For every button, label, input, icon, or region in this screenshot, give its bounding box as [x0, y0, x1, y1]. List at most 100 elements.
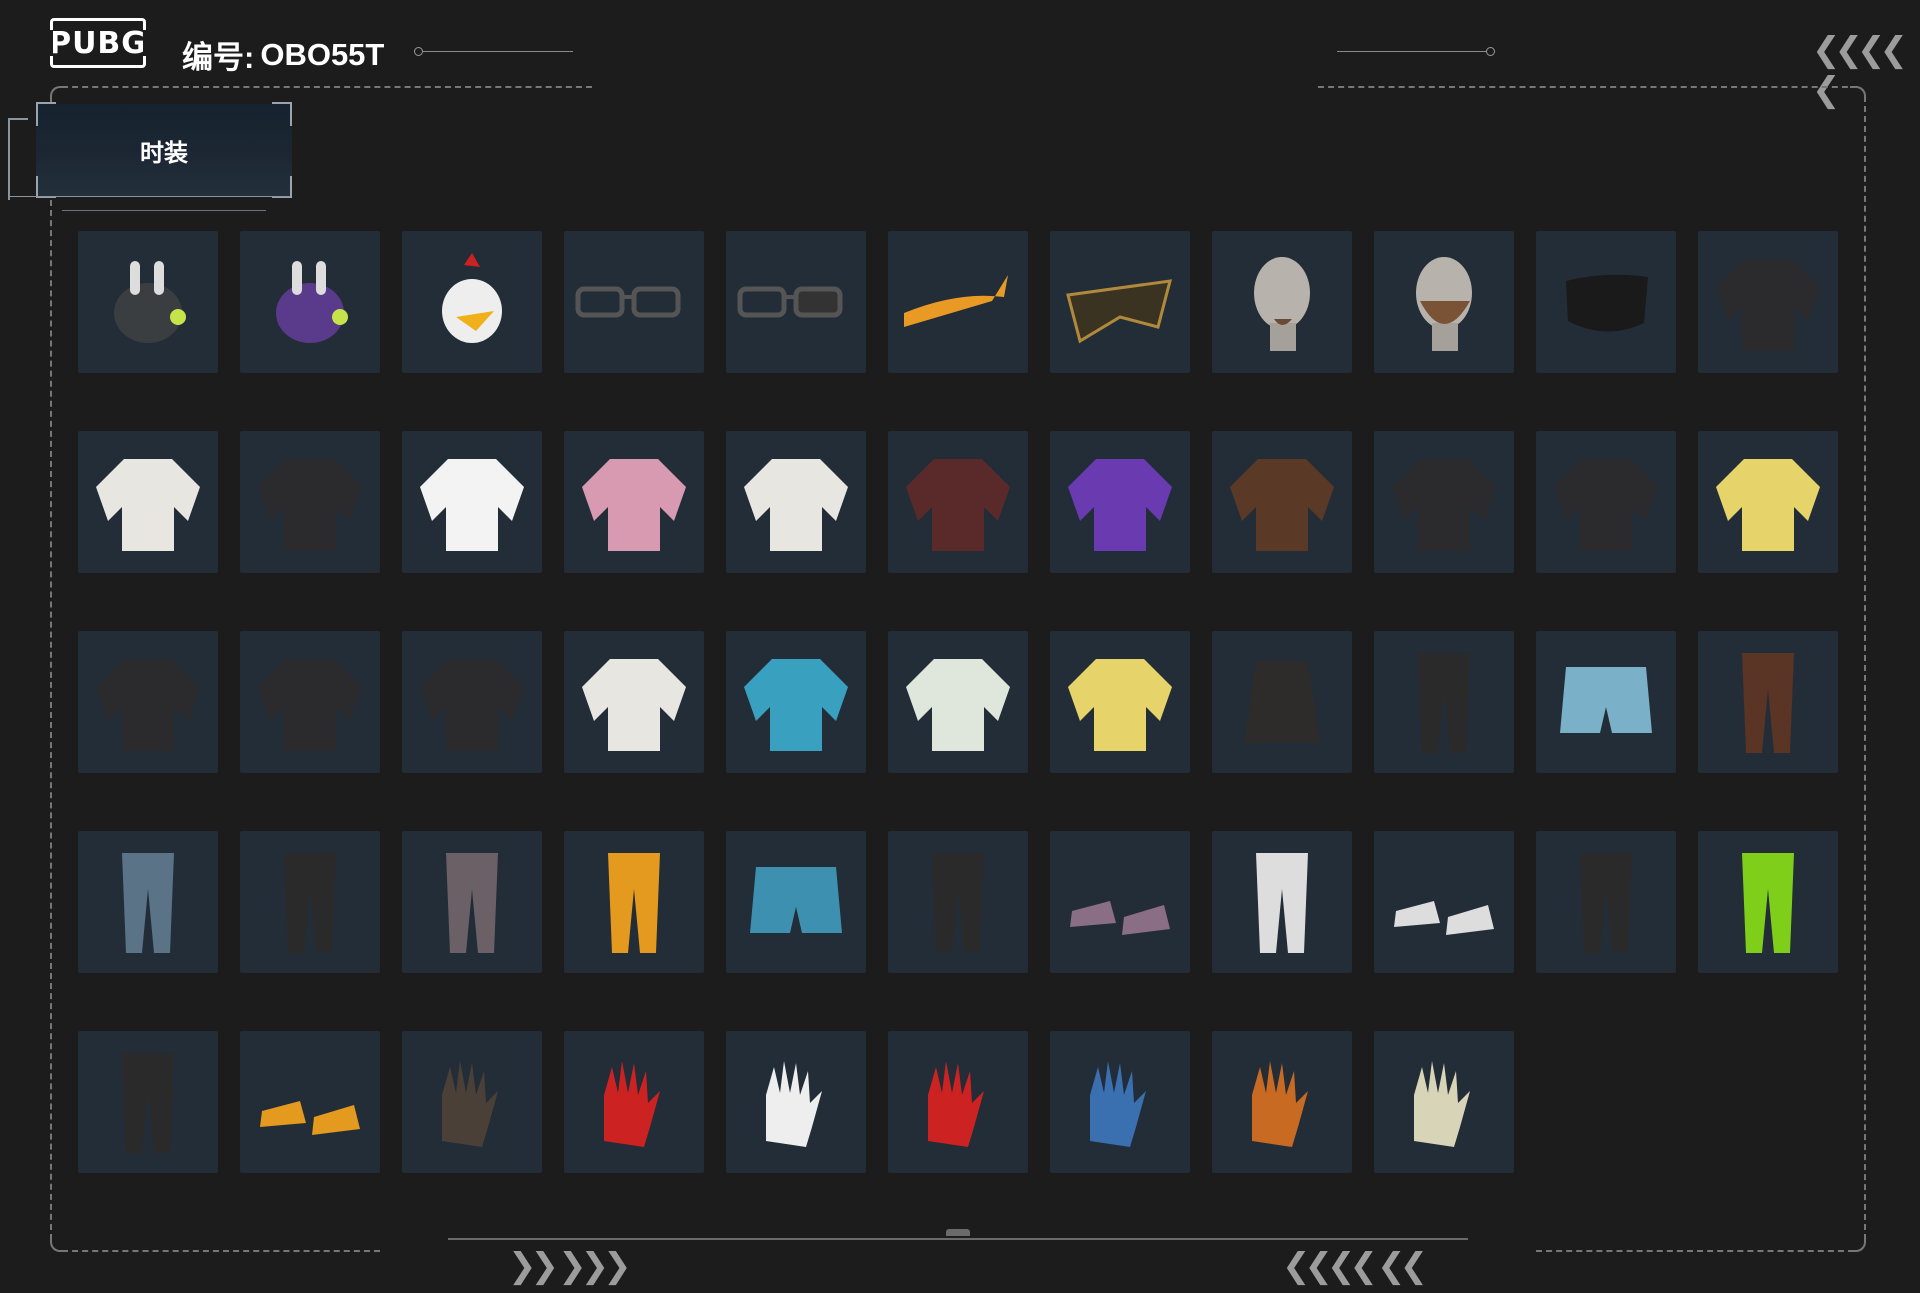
- tab-outfits[interactable]: 时装: [36, 104, 292, 196]
- item-tile[interactable]: [1212, 831, 1352, 973]
- item-tile[interactable]: [1050, 431, 1190, 573]
- item-tile[interactable]: [564, 431, 704, 573]
- leather-vest-jacket-icon: [96, 659, 200, 751]
- item-tile[interactable]: [888, 431, 1028, 573]
- item-tile[interactable]: [1698, 631, 1838, 773]
- frame-bottom-left: [62, 1250, 380, 1252]
- item-tile[interactable]: [1374, 631, 1514, 773]
- item-tile[interactable]: [726, 231, 866, 373]
- tall-lace-boots-icon: [932, 853, 984, 953]
- item-tile[interactable]: [78, 431, 218, 573]
- item-tile[interactable]: [1698, 231, 1838, 373]
- item-tile[interactable]: [726, 831, 866, 973]
- frame-right: [1864, 96, 1866, 1240]
- goatee-head-icon: [1254, 257, 1310, 351]
- item-tile[interactable]: [564, 1031, 704, 1173]
- blue-bunny-hoodie-icon: [744, 659, 848, 751]
- item-tile[interactable]: [888, 631, 1028, 773]
- black-leather-jacket-icon: [258, 659, 362, 751]
- tab-bracket-tr: [272, 102, 292, 126]
- item-tile[interactable]: [1374, 1031, 1514, 1173]
- skeleton-gloves-icon: [442, 1061, 498, 1147]
- pubg-logo: PUBG: [49, 18, 147, 68]
- item-tile[interactable]: [726, 631, 866, 773]
- item-tile[interactable]: [240, 831, 380, 973]
- item-tile[interactable]: [726, 431, 866, 573]
- green-leg-warmers-icon: [1742, 853, 1794, 953]
- baseball-outfit-icon: [1554, 459, 1658, 551]
- item-tile[interactable]: [564, 631, 704, 773]
- teal-swim-shorts-icon: [750, 867, 842, 933]
- item-tile[interactable]: [1212, 231, 1352, 373]
- item-tile[interactable]: [78, 831, 218, 973]
- item-tile[interactable]: [1536, 231, 1676, 373]
- camo-pants-icon: [446, 853, 498, 953]
- item-tile[interactable]: [888, 231, 1028, 373]
- prev-page-chevrons-icon[interactable]: ❮❮❮❮ ❮❮: [1282, 1246, 1428, 1286]
- item-tile[interactable]: [1536, 831, 1676, 973]
- header-left-line-node: [414, 47, 423, 56]
- item-tile[interactable]: [402, 431, 542, 573]
- black-turtleneck-icon: [258, 459, 362, 551]
- tab-underline-2: [62, 210, 182, 211]
- item-tile[interactable]: [78, 1031, 218, 1173]
- white-dress-shoes-icon: [1394, 901, 1494, 935]
- item-tile[interactable]: [1374, 431, 1514, 573]
- item-tile[interactable]: [78, 631, 218, 773]
- next-page-chevrons-icon[interactable]: ❯❯ ❯❯❯: [508, 1246, 632, 1286]
- black-cargo-pants-icon: [284, 853, 336, 953]
- fur-trim-boots-icon: [122, 1053, 174, 1153]
- frame-left: [50, 200, 52, 1240]
- purple-racing-top-icon: [1068, 459, 1172, 551]
- bunny-ear-helmet-icon: [114, 261, 186, 343]
- header-left-line: [423, 51, 573, 52]
- frame-bottom-right: [1536, 1250, 1854, 1252]
- tab-underline-3: [176, 210, 266, 211]
- item-tile[interactable]: [1698, 431, 1838, 573]
- item-tile[interactable]: [888, 831, 1028, 973]
- tab-bracket-tl: [36, 102, 56, 126]
- shark-teeth-mask-icon: [1716, 259, 1820, 351]
- yellow-work-gloves-icon: [1414, 1061, 1470, 1147]
- item-tile[interactable]: [1050, 831, 1190, 973]
- item-tile[interactable]: [1050, 1031, 1190, 1173]
- item-tile[interactable]: [1212, 1031, 1352, 1173]
- pager-handle[interactable]: [946, 1229, 970, 1236]
- item-tile[interactable]: [402, 831, 542, 973]
- black-hoodie-icon: [420, 659, 524, 751]
- item-tile[interactable]: [402, 1031, 542, 1173]
- full-beard-head-icon: [1416, 257, 1472, 351]
- item-tile[interactable]: [1212, 431, 1352, 573]
- item-tile[interactable]: [402, 631, 542, 773]
- item-tile[interactable]: [564, 831, 704, 973]
- header-right-line-node: [1486, 47, 1495, 56]
- item-tile[interactable]: [240, 431, 380, 573]
- yellow-fluffy-sweater-icon: [1716, 459, 1820, 551]
- brown-leather-vest-icon: [1230, 459, 1334, 551]
- white-stockings-boots-icon: [1256, 853, 1308, 953]
- green-leaf-hoodie-icon: [906, 659, 1010, 751]
- item-tile[interactable]: [1536, 631, 1676, 773]
- item-tile[interactable]: [1374, 231, 1514, 373]
- item-tile[interactable]: [888, 1031, 1028, 1173]
- item-tile[interactable]: [564, 231, 704, 373]
- item-tile[interactable]: [1050, 631, 1190, 773]
- item-tile[interactable]: [1536, 431, 1676, 573]
- serial-label: 编号:: [182, 40, 255, 75]
- tab-outer-bracket-left: [8, 118, 28, 200]
- item-tile[interactable]: [402, 231, 542, 373]
- black-ankle-boots-icon: [1580, 853, 1632, 953]
- item-tile[interactable]: [240, 631, 380, 773]
- white-orange-jacket-icon: [582, 659, 686, 751]
- item-tile[interactable]: [1050, 231, 1190, 373]
- item-tile[interactable]: [78, 231, 218, 373]
- black-studded-skirt-icon: [1244, 661, 1320, 743]
- item-tile[interactable]: [240, 231, 380, 373]
- item-tile[interactable]: [1374, 831, 1514, 973]
- item-tile[interactable]: [726, 1031, 866, 1173]
- denim-shorts-icon: [1560, 667, 1652, 733]
- item-tile[interactable]: [240, 1031, 380, 1173]
- item-tile[interactable]: [1212, 631, 1352, 773]
- header-chevrons-icon: ❮❮❮❮ ❮: [1812, 30, 1913, 110]
- item-tile[interactable]: [1698, 831, 1838, 973]
